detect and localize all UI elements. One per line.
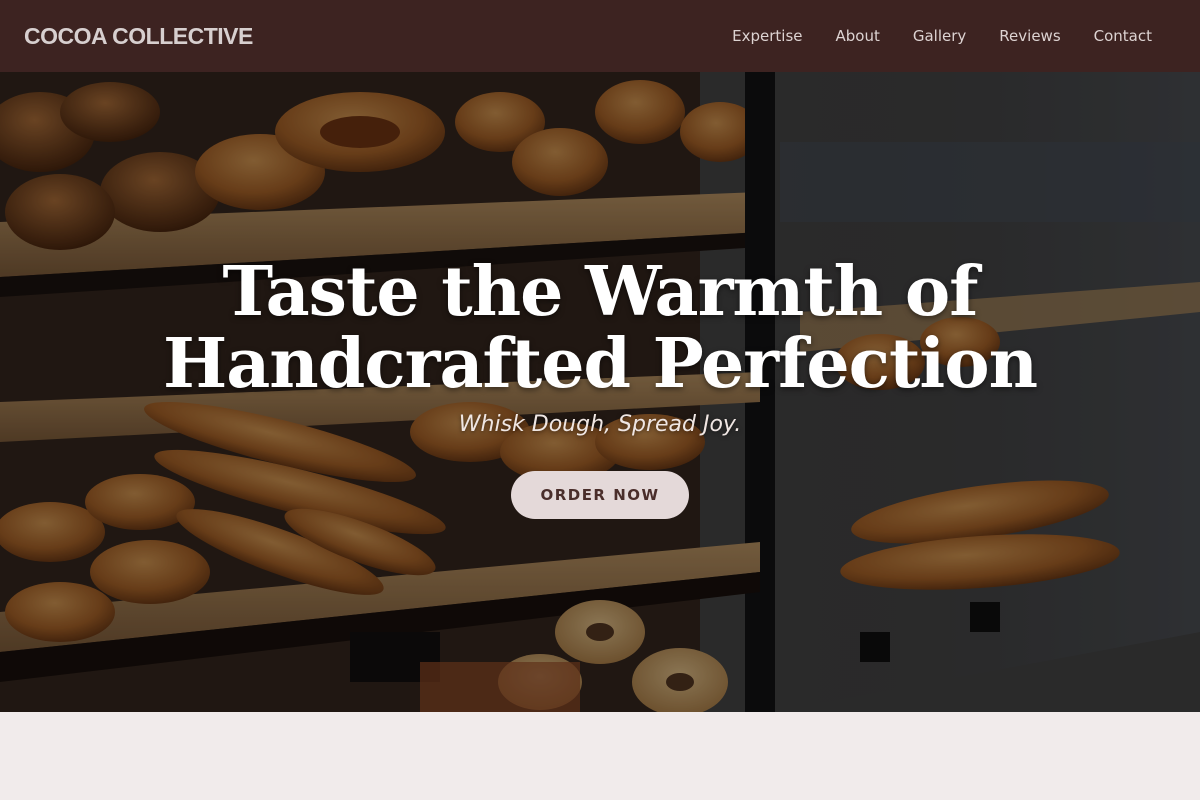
- order-now-button[interactable]: ORDER NOW: [511, 471, 689, 519]
- hero-tagline: Whisk Dough, Spread Joy.: [458, 412, 742, 437]
- brand-logo[interactable]: COCOA COLLECTIVE: [24, 23, 253, 50]
- nav-link-expertise[interactable]: Expertise: [732, 27, 802, 45]
- page: COCOA COLLECTIVE Expertise About Gallery…: [0, 0, 1200, 800]
- next-section: [0, 712, 1200, 800]
- nav-link-about[interactable]: About: [836, 27, 880, 45]
- nav-links: Expertise About Gallery Reviews Contact: [732, 27, 1152, 45]
- top-navbar: COCOA COLLECTIVE Expertise About Gallery…: [0, 0, 1200, 72]
- nav-link-reviews[interactable]: Reviews: [999, 27, 1060, 45]
- hero-content: Taste the Warmth of Handcrafted Perfecti…: [0, 256, 1200, 519]
- hero-section: Taste the Warmth of Handcrafted Perfecti…: [0, 72, 1200, 712]
- nav-link-gallery[interactable]: Gallery: [913, 27, 966, 45]
- hero-title: Taste the Warmth of Handcrafted Perfecti…: [162, 252, 1038, 404]
- nav-link-contact[interactable]: Contact: [1094, 27, 1152, 45]
